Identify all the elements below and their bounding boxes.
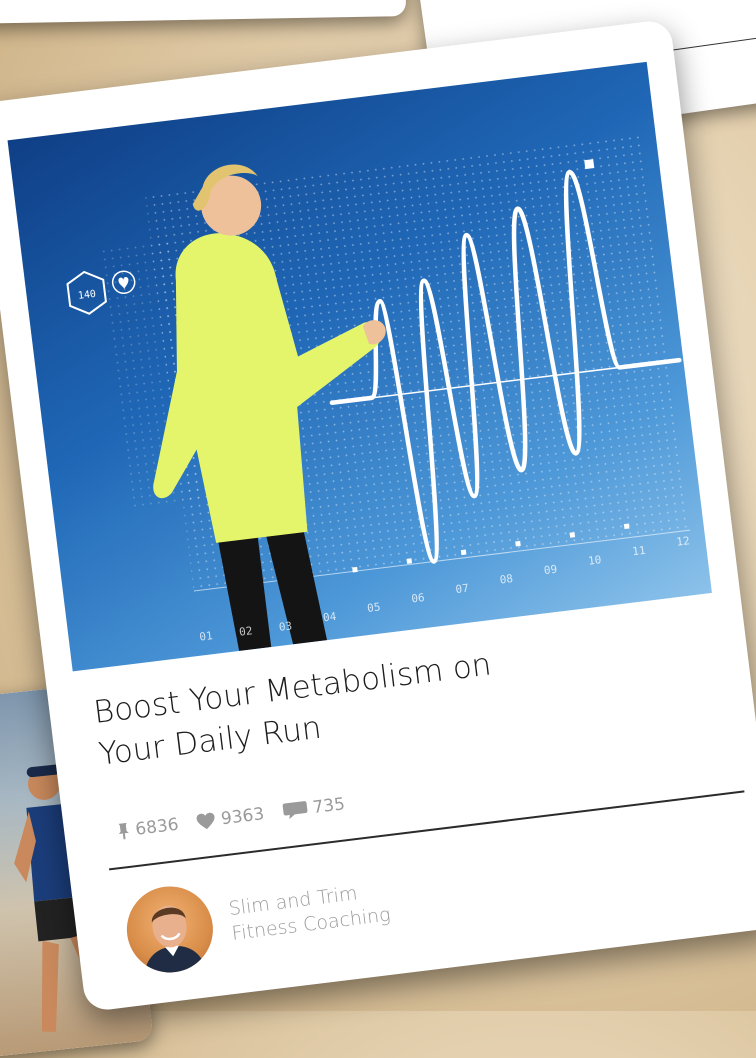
svg-text:06: 06 bbox=[411, 591, 426, 606]
post-stats: 6836 9363 735 bbox=[115, 794, 346, 842]
svg-text:08: 08 bbox=[499, 572, 514, 587]
svg-text:10: 10 bbox=[587, 553, 602, 568]
pin-stat[interactable]: 6836 bbox=[115, 814, 180, 842]
hero-image[interactable]: 140 01 02 03 04 05 06 07 08 09 10 11 12 bbox=[7, 61, 712, 672]
svg-text:09: 09 bbox=[543, 563, 558, 578]
svg-text:03: 03 bbox=[278, 619, 293, 634]
author-name[interactable]: Slim and Trim Fitness Coaching bbox=[227, 878, 392, 947]
post-card[interactable]: 140 01 02 03 04 05 06 07 08 09 10 11 12 … bbox=[0, 18, 756, 1013]
svg-text:07: 07 bbox=[455, 582, 470, 597]
pin-icon bbox=[118, 822, 129, 840]
svg-text:02: 02 bbox=[238, 624, 253, 639]
svg-text:11: 11 bbox=[632, 544, 647, 559]
svg-text:05: 05 bbox=[366, 600, 381, 615]
svg-text:12: 12 bbox=[676, 534, 691, 549]
pin-count: 6836 bbox=[134, 814, 180, 840]
svg-text:04: 04 bbox=[322, 610, 337, 625]
author-block[interactable]: Slim and Trim Fitness Coaching bbox=[121, 860, 394, 978]
heart-rate-graphic: 140 01 02 03 04 05 06 07 08 09 10 11 12 bbox=[66, 133, 691, 672]
like-count: 9363 bbox=[219, 804, 266, 830]
heart-icon bbox=[196, 812, 215, 830]
like-stat[interactable]: 9363 bbox=[195, 804, 265, 832]
comment-count: 735 bbox=[311, 794, 347, 819]
author-portrait bbox=[144, 905, 206, 976]
svg-text:140: 140 bbox=[77, 289, 96, 302]
background-card-top-left bbox=[0, 0, 407, 24]
comment-stat[interactable]: 735 bbox=[281, 794, 346, 822]
comment-icon bbox=[282, 801, 307, 820]
avatar[interactable] bbox=[121, 881, 218, 978]
svg-text:01: 01 bbox=[199, 629, 214, 644]
